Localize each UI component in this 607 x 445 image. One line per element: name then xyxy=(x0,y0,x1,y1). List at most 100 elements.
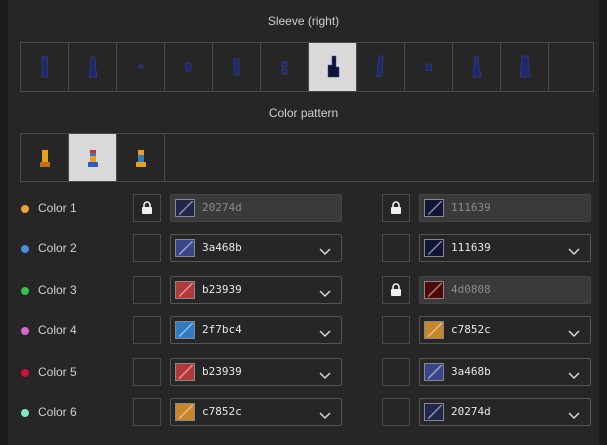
left-lock-toggle[interactable] xyxy=(133,276,161,304)
lock-icon xyxy=(391,201,401,214)
left-color-select: 20274d xyxy=(170,194,342,222)
left-color-hex: b23939 xyxy=(202,283,242,296)
left-color-select[interactable]: 3a468b xyxy=(170,234,342,262)
sleeve-option-12[interactable] xyxy=(549,43,592,91)
chevron-down-icon xyxy=(568,330,580,338)
chevron-down-icon xyxy=(319,290,331,298)
right-lock-toggle[interactable] xyxy=(382,194,410,222)
right-color-swatch xyxy=(424,281,444,299)
color-dot-icon xyxy=(21,287,29,295)
color-label: Color 6 xyxy=(38,405,77,419)
left-lock-toggle[interactable] xyxy=(133,234,161,262)
left-color-hex: 20274d xyxy=(202,201,242,214)
color-dot-icon xyxy=(21,409,29,417)
left-lock-toggle[interactable] xyxy=(133,316,161,344)
color-row: Color 3 b23939 4d0808 xyxy=(0,276,607,306)
sleeve-option-7[interactable] xyxy=(309,43,357,91)
left-color-select[interactable]: 2f7bc4 xyxy=(170,316,342,344)
right-color-hex: 111639 xyxy=(451,201,491,214)
sleeve-glove-icon xyxy=(327,55,339,78)
color-row: Color 4 2f7bc4 c7852c xyxy=(0,316,607,346)
left-lock-toggle[interactable] xyxy=(133,194,161,222)
right-color-select: 4d0808 xyxy=(419,276,591,304)
sleeve-option-9[interactable] xyxy=(405,43,453,91)
right-color-swatch xyxy=(424,321,444,339)
left-color-select[interactable]: b23939 xyxy=(170,358,342,386)
right-lock-toggle[interactable] xyxy=(382,234,410,262)
sleeve-short-icon xyxy=(185,62,191,72)
right-color-hex: c7852c xyxy=(451,323,491,336)
right-lock-toggle[interactable] xyxy=(382,358,410,386)
color-dot-icon xyxy=(21,205,29,213)
sleeve-option-11[interactable] xyxy=(501,43,549,91)
chevron-down-icon xyxy=(568,248,580,256)
left-color-hex: 3a468b xyxy=(202,241,242,254)
pattern-option-1[interactable] xyxy=(21,134,69,181)
pattern-two-tone-icon xyxy=(135,149,146,167)
sleeve-section-title: Sleeve (right) xyxy=(267,14,340,28)
right-color-hex: 20274d xyxy=(451,405,491,418)
color-row: Color 2 3a468b 111639 xyxy=(0,234,607,264)
left-color-swatch xyxy=(175,281,195,299)
sleeve-slim-icon xyxy=(376,55,383,78)
sleeve-option-1[interactable] xyxy=(21,43,69,91)
left-color-swatch xyxy=(175,403,195,421)
sleeve-bell-icon xyxy=(472,55,481,78)
left-lock-toggle[interactable] xyxy=(133,358,161,386)
sleeve-option-6[interactable] xyxy=(261,43,309,91)
right-color-swatch xyxy=(424,239,444,257)
sleeve-option-5[interactable] xyxy=(213,43,261,91)
right-color-hex: 111639 xyxy=(451,241,491,254)
sleeve-option-10[interactable] xyxy=(453,43,501,91)
right-color-hex: 4d0808 xyxy=(451,283,491,296)
sleeve-puff-icon xyxy=(281,61,287,75)
left-color-hex: b23939 xyxy=(202,365,242,378)
right-color-select[interactable]: c7852c xyxy=(419,316,591,344)
right-lock-toggle[interactable] xyxy=(382,398,410,426)
sleeve-option-3[interactable] xyxy=(117,43,165,91)
sleeve-options xyxy=(20,42,594,92)
left-color-hex: 2f7bc4 xyxy=(202,323,242,336)
color-dot-icon xyxy=(21,369,29,377)
sleeve-cap-icon xyxy=(425,63,432,72)
pattern-option-2[interactable] xyxy=(69,134,117,181)
color-dot-icon xyxy=(21,245,29,253)
color-label: Color 1 xyxy=(38,201,77,215)
chevron-down-icon xyxy=(319,248,331,256)
color-row: Color 1 20274d 111639 xyxy=(0,194,607,224)
sleeve-long-icon xyxy=(41,55,48,78)
chevron-down-icon xyxy=(568,372,580,380)
pattern-striped-icon xyxy=(87,149,98,167)
color-row: Color 5 b23939 3a468b xyxy=(0,358,607,388)
left-color-hex: c7852c xyxy=(202,405,242,418)
sleeve-cuffed-icon xyxy=(88,56,97,78)
sleeve-medium-icon xyxy=(233,58,239,76)
left-color-swatch xyxy=(175,199,195,217)
color-dot-icon xyxy=(21,327,29,335)
right-color-select[interactable]: 3a468b xyxy=(419,358,591,386)
pattern-options xyxy=(20,133,594,182)
left-color-swatch xyxy=(175,363,195,381)
pattern-section-title: Color pattern xyxy=(268,106,339,120)
color-row: Color 6 c7852c 20274d xyxy=(0,398,607,428)
sleeve-option-4[interactable] xyxy=(165,43,213,91)
right-color-swatch xyxy=(424,403,444,421)
left-lock-toggle[interactable] xyxy=(133,398,161,426)
sleeve-option-2[interactable] xyxy=(69,43,117,91)
pattern-option-3[interactable] xyxy=(117,134,165,181)
right-color-select[interactable]: 111639 xyxy=(419,234,591,262)
right-lock-toggle[interactable] xyxy=(382,316,410,344)
left-color-select[interactable]: c7852c xyxy=(170,398,342,426)
left-color-select[interactable]: b23939 xyxy=(170,276,342,304)
color-label: Color 3 xyxy=(38,283,77,297)
pattern-plain-icon xyxy=(39,149,50,167)
lock-icon xyxy=(391,283,401,296)
right-color-swatch xyxy=(424,199,444,217)
right-lock-toggle[interactable] xyxy=(382,276,410,304)
right-color-hex: 3a468b xyxy=(451,365,491,378)
left-color-swatch xyxy=(175,321,195,339)
color-label: Color 5 xyxy=(38,365,77,379)
chevron-down-icon xyxy=(319,330,331,338)
sleeve-option-8[interactable] xyxy=(357,43,405,91)
right-color-select[interactable]: 20274d xyxy=(419,398,591,426)
